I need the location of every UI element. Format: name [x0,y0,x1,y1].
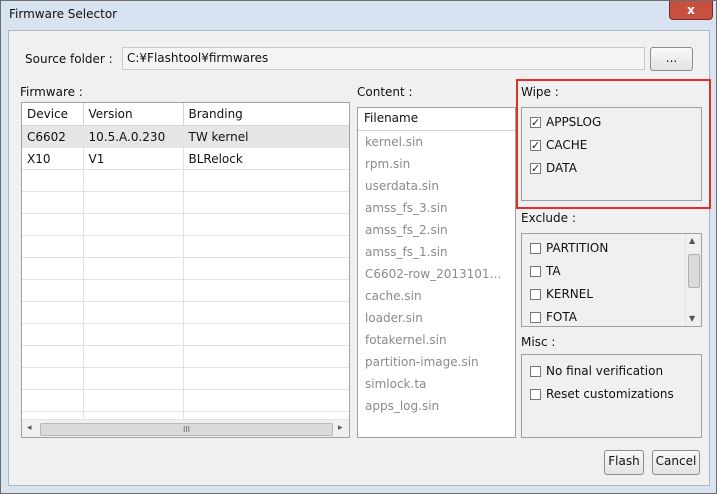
exclude-scroll-thumb[interactable] [688,254,700,288]
exclude-options-panel: PARTITION TA KERNEL FOTA ▲ ▼ [521,233,702,327]
column-header-branding[interactable]: Branding [183,103,349,126]
window-title: Firmware Selector [9,7,118,21]
checkbox-icon[interactable] [530,389,541,400]
checkbox-icon[interactable]: ✓ [530,163,541,174]
firmware-empty-row [22,169,349,192]
misc-option-label: No final verification [546,364,664,378]
cancel-button[interactable]: Cancel [652,450,700,475]
file-list-item[interactable]: simlock.ta [358,373,515,395]
wipe-option-label: DATA [546,161,577,175]
exclude-option[interactable]: PARTITION [530,241,608,257]
firmware-horizontal-scrollbar[interactable]: ◂ III ▸ [22,419,349,437]
file-list-item[interactable]: cache.sin [358,285,515,307]
file-list-item[interactable]: fotakernel.sin [358,329,515,351]
wipe-option-label: APPSLOG [546,115,602,129]
column-header-version[interactable]: Version [83,103,184,126]
checkbox-icon[interactable] [530,243,541,254]
exclude-option[interactable]: KERNEL [530,287,593,303]
firmware-cell-version: 10.5.A.0.230 [83,125,184,148]
firmware-table: Device Version Branding C6602 10.5.A.0.23… [21,102,350,438]
misc-option[interactable]: Reset customizations [530,387,674,403]
file-list-item[interactable]: amss_fs_3.sin [358,197,515,219]
exclude-option[interactable]: FOTA [530,310,577,326]
wipe-option[interactable]: ✓ APPSLOG [530,115,601,131]
content-list: Filename kernel.sin rpm.sin userdata.sin am… [357,107,516,438]
checkbox-icon[interactable]: ✓ [530,140,541,151]
file-list-item[interactable]: partition-image.sin [358,351,515,373]
close-icon: x [687,3,695,17]
firmware-empty-row [22,345,349,368]
file-list-item[interactable]: kernel.sin [358,131,515,153]
checkbox-icon[interactable] [530,366,541,377]
firmware-cell-branding: TW kernel [183,125,349,148]
exclude-option-label: FOTA [546,310,577,324]
firmware-row[interactable]: X10 V1 BLRelock [22,147,349,170]
file-list-item[interactable]: rpm.sin [358,153,515,175]
firmware-empty-row [22,191,349,214]
firmware-grid: Device Version Branding C6602 10.5.A.0.23… [22,103,349,434]
scroll-right-icon[interactable]: ▸ [338,423,343,433]
checkbox-icon[interactable] [530,266,541,277]
firmware-label: Firmware : [20,85,83,99]
scrollbar-thumb[interactable]: III [40,423,333,436]
firmware-empty-row [22,279,349,302]
wipe-options-panel: ✓ APPSLOG ✓ CACHE ✓ DATA [521,107,702,201]
browse-button[interactable]: ... [650,47,693,71]
flash-button[interactable]: Flash [604,450,644,475]
firmware-empty-row [22,213,349,236]
firmware-empty-row [22,367,349,390]
file-list-item[interactable]: amss_fs_2.sin [358,219,515,241]
misc-option-label: Reset customizations [546,387,674,401]
exclude-option-label: KERNEL [546,287,594,301]
firmware-row[interactable]: C6602 10.5.A.0.230 TW kernel [22,125,349,148]
file-list-item[interactable]: loader.sin [358,307,515,329]
firmware-header-row: Device Version Branding [22,103,349,126]
exclude-option-label: PARTITION [546,241,609,255]
exclude-vertical-scrollbar[interactable]: ▲ ▼ [685,234,701,326]
scroll-left-icon[interactable]: ◂ [27,423,32,433]
firmware-cell-device: C6602 [22,125,84,148]
exclude-option-label: TA [546,264,561,278]
firmware-empty-row [22,301,349,324]
firmware-cell-device: X10 [22,147,84,170]
wipe-option-label: CACHE [546,138,588,152]
misc-option[interactable]: No final verification [530,364,663,380]
checkbox-icon[interactable]: ✓ [530,117,541,128]
column-header-device[interactable]: Device [22,103,84,126]
scroll-down-icon[interactable]: ▼ [689,314,695,323]
filename-column-header[interactable]: Filename [358,108,515,131]
file-list-item[interactable]: userdata.sin [358,175,515,197]
wipe-option[interactable]: ✓ DATA [530,161,577,177]
source-folder-field[interactable]: C:¥Flashtool¥firmwares [122,47,645,70]
checkbox-icon[interactable] [530,312,541,323]
firmware-cell-branding: BLRelock [183,147,349,170]
close-button[interactable]: x [669,1,713,20]
file-list-item[interactable]: C6602-row_20131017... [358,263,515,285]
exclude-label: Exclude : [521,211,576,225]
exclude-option[interactable]: TA [530,264,561,280]
file-list-item[interactable]: amss_fs_1.sin [358,241,515,263]
misc-options-panel: No final verification Reset customization… [521,354,702,438]
firmware-empty-row [22,235,349,258]
file-list-item[interactable]: apps_log.sin [358,395,515,417]
scroll-up-icon[interactable]: ▲ [689,236,695,245]
firmware-cell-version: V1 [83,147,184,170]
dialog-body: Source folder : C:¥Flashtool¥firmwares .… [8,30,711,486]
wipe-label: Wipe : [521,85,559,99]
checkbox-icon[interactable] [530,289,541,300]
firmware-selector-window: Firmware Selector x Source folder : C:¥F… [0,0,717,494]
wipe-option[interactable]: ✓ CACHE [530,138,587,154]
title-bar[interactable]: Firmware Selector x [1,1,716,29]
misc-label: Misc : [521,335,556,349]
firmware-empty-row [22,323,349,346]
firmware-empty-row [22,389,349,412]
source-folder-label: Source folder : [25,52,113,66]
file-list: kernel.sin rpm.sin userdata.sin amss_fs_3.s… [358,131,515,417]
content-label: Content : [357,85,413,99]
firmware-empty-row [22,257,349,280]
